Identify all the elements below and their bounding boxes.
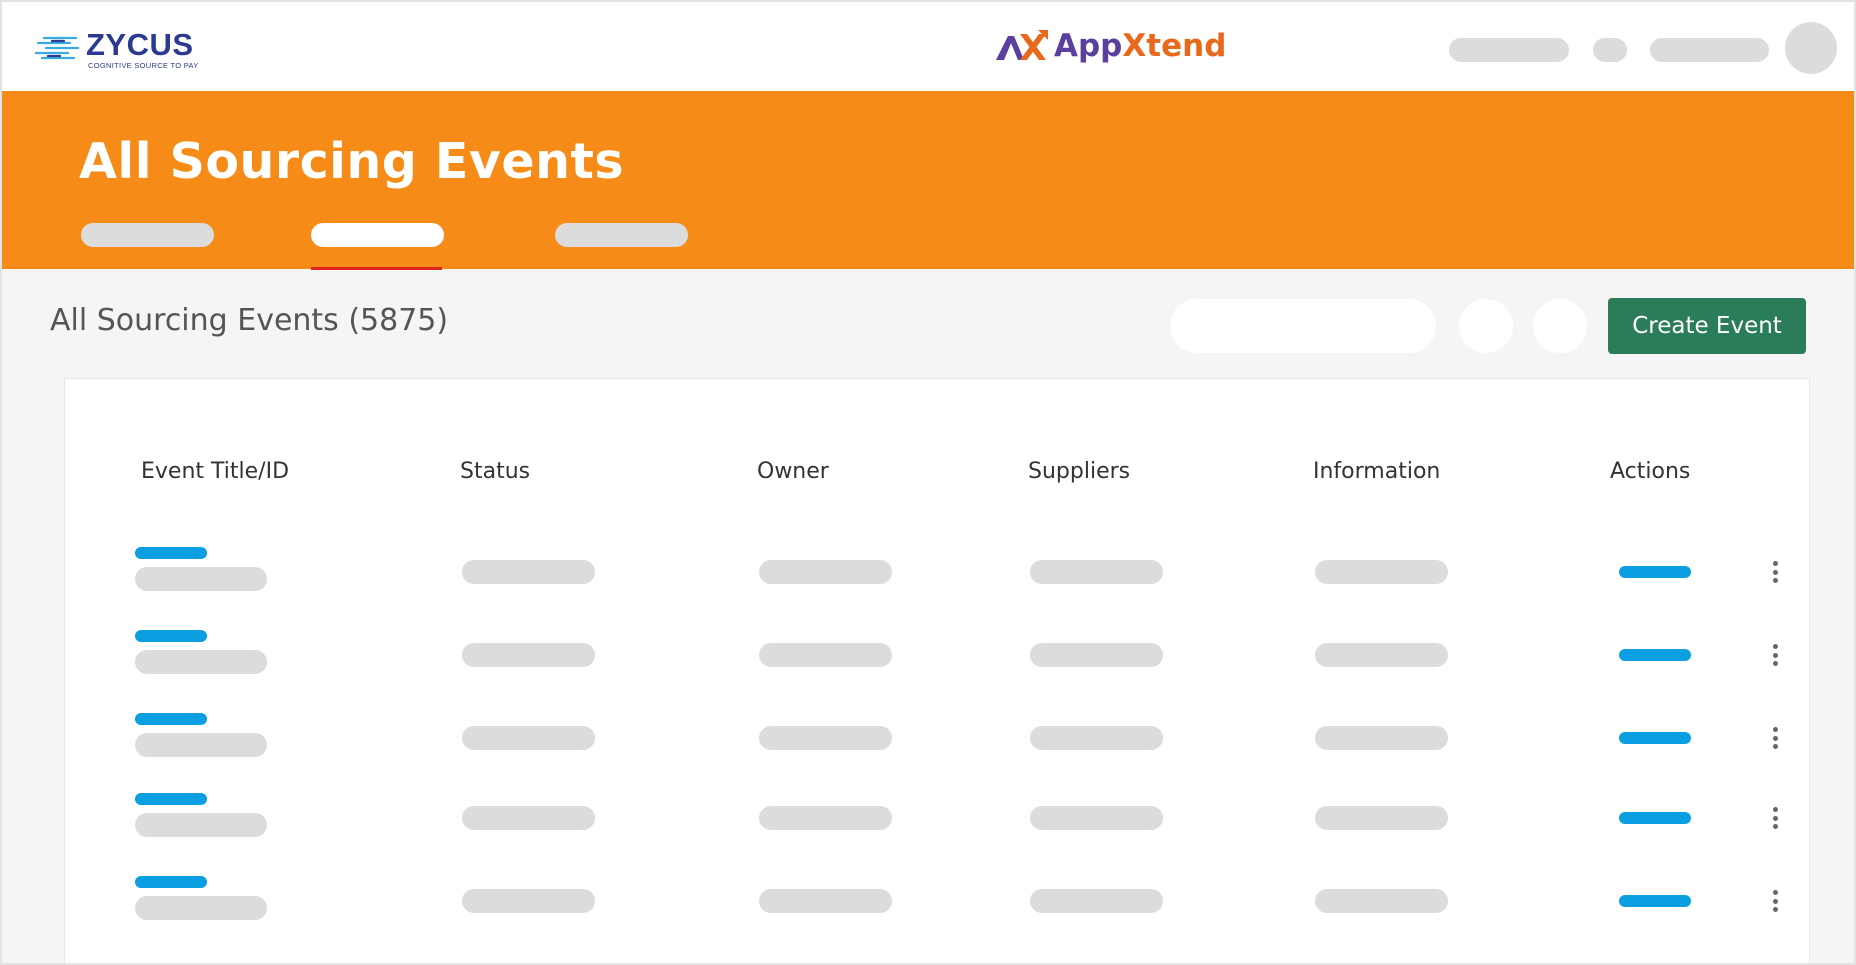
header-icon-placeholder[interactable] xyxy=(1593,38,1627,62)
table-row[interactable] xyxy=(65,876,1809,946)
tab-3[interactable] xyxy=(555,223,688,247)
top-bar: ZYCUS COGNITIVE SOURCE TO PAY AppXtend xyxy=(2,2,1854,91)
column-header-status[interactable]: Status xyxy=(460,459,530,484)
status-placeholder xyxy=(462,806,595,830)
filter-button[interactable] xyxy=(1459,299,1513,353)
app-window: ZYCUS COGNITIVE SOURCE TO PAY AppXtend A… xyxy=(0,0,1856,965)
table-row[interactable] xyxy=(65,630,1809,700)
information-placeholder xyxy=(1315,643,1448,667)
more-options-icon[interactable] xyxy=(1769,557,1781,587)
status-placeholder xyxy=(462,889,595,913)
avatar[interactable] xyxy=(1785,22,1837,74)
more-options-icon[interactable] xyxy=(1769,886,1781,916)
table-row[interactable] xyxy=(65,713,1809,783)
suppliers-placeholder xyxy=(1030,643,1163,667)
header-nav-placeholder[interactable] xyxy=(1449,38,1569,62)
event-id-link[interactable] xyxy=(135,876,207,888)
active-tab-underline xyxy=(311,267,442,270)
event-title-placeholder xyxy=(135,650,267,674)
owner-placeholder xyxy=(759,806,892,830)
action-link[interactable] xyxy=(1619,732,1691,744)
column-header-event-title[interactable]: Event Title/ID xyxy=(141,459,289,484)
create-event-button[interactable]: Create Event xyxy=(1608,298,1806,354)
status-placeholder xyxy=(462,560,595,584)
more-options-icon[interactable] xyxy=(1769,640,1781,670)
more-options-icon[interactable] xyxy=(1769,803,1781,833)
more-options-icon[interactable] xyxy=(1769,723,1781,753)
tab-2-active[interactable] xyxy=(311,223,444,247)
tab-1[interactable] xyxy=(81,223,214,247)
event-title-placeholder xyxy=(135,733,267,757)
column-header-suppliers[interactable]: Suppliers xyxy=(1028,459,1130,484)
suppliers-placeholder xyxy=(1030,726,1163,750)
information-placeholder xyxy=(1315,726,1448,750)
owner-placeholder xyxy=(759,643,892,667)
appxtend-logo-icon xyxy=(996,30,1048,60)
event-title-placeholder xyxy=(135,813,267,837)
suppliers-placeholder xyxy=(1030,889,1163,913)
table-row[interactable] xyxy=(65,547,1809,617)
appxtend-name: AppXtend xyxy=(1054,28,1226,64)
settings-button[interactable] xyxy=(1533,299,1587,353)
zycus-tagline: COGNITIVE SOURCE TO PAY xyxy=(88,61,199,70)
appxtend-name-app: App xyxy=(1054,28,1123,64)
action-link[interactable] xyxy=(1619,895,1691,907)
action-link[interactable] xyxy=(1619,566,1691,578)
action-link[interactable] xyxy=(1619,812,1691,824)
event-id-link[interactable] xyxy=(135,547,207,559)
column-header-actions[interactable]: Actions xyxy=(1610,459,1690,484)
owner-placeholder xyxy=(759,726,892,750)
information-placeholder xyxy=(1315,889,1448,913)
event-id-link[interactable] xyxy=(135,793,207,805)
page-title: All Sourcing Events xyxy=(79,133,625,190)
suppliers-placeholder xyxy=(1030,560,1163,584)
event-title-placeholder xyxy=(135,896,267,920)
appxtend-logo[interactable]: AppXtend xyxy=(994,28,1226,68)
owner-placeholder xyxy=(759,560,892,584)
owner-placeholder xyxy=(759,889,892,913)
status-placeholder xyxy=(462,643,595,667)
information-placeholder xyxy=(1315,560,1448,584)
column-header-information[interactable]: Information xyxy=(1313,459,1440,484)
column-header-owner[interactable]: Owner xyxy=(757,459,829,484)
event-id-link[interactable] xyxy=(135,630,207,642)
page-banner: All Sourcing Events xyxy=(2,91,1854,270)
table-row[interactable] xyxy=(65,793,1809,863)
action-link[interactable] xyxy=(1619,649,1691,661)
events-table: Event Title/ID Status Owner Suppliers In… xyxy=(64,378,1810,963)
suppliers-placeholder xyxy=(1030,806,1163,830)
search-input[interactable] xyxy=(1170,299,1436,353)
header-user-placeholder[interactable] xyxy=(1650,38,1769,62)
zycus-logo-icon xyxy=(34,36,80,60)
status-placeholder xyxy=(462,726,595,750)
events-count-title: All Sourcing Events (5875) xyxy=(50,303,449,338)
zycus-logo[interactable]: ZYCUS COGNITIVE SOURCE TO PAY xyxy=(34,28,214,72)
event-title-placeholder xyxy=(135,567,267,591)
information-placeholder xyxy=(1315,806,1448,830)
zycus-brand-name: ZYCUS xyxy=(86,27,194,62)
appxtend-name-xtend: Xtend xyxy=(1122,28,1227,64)
event-id-link[interactable] xyxy=(135,713,207,725)
